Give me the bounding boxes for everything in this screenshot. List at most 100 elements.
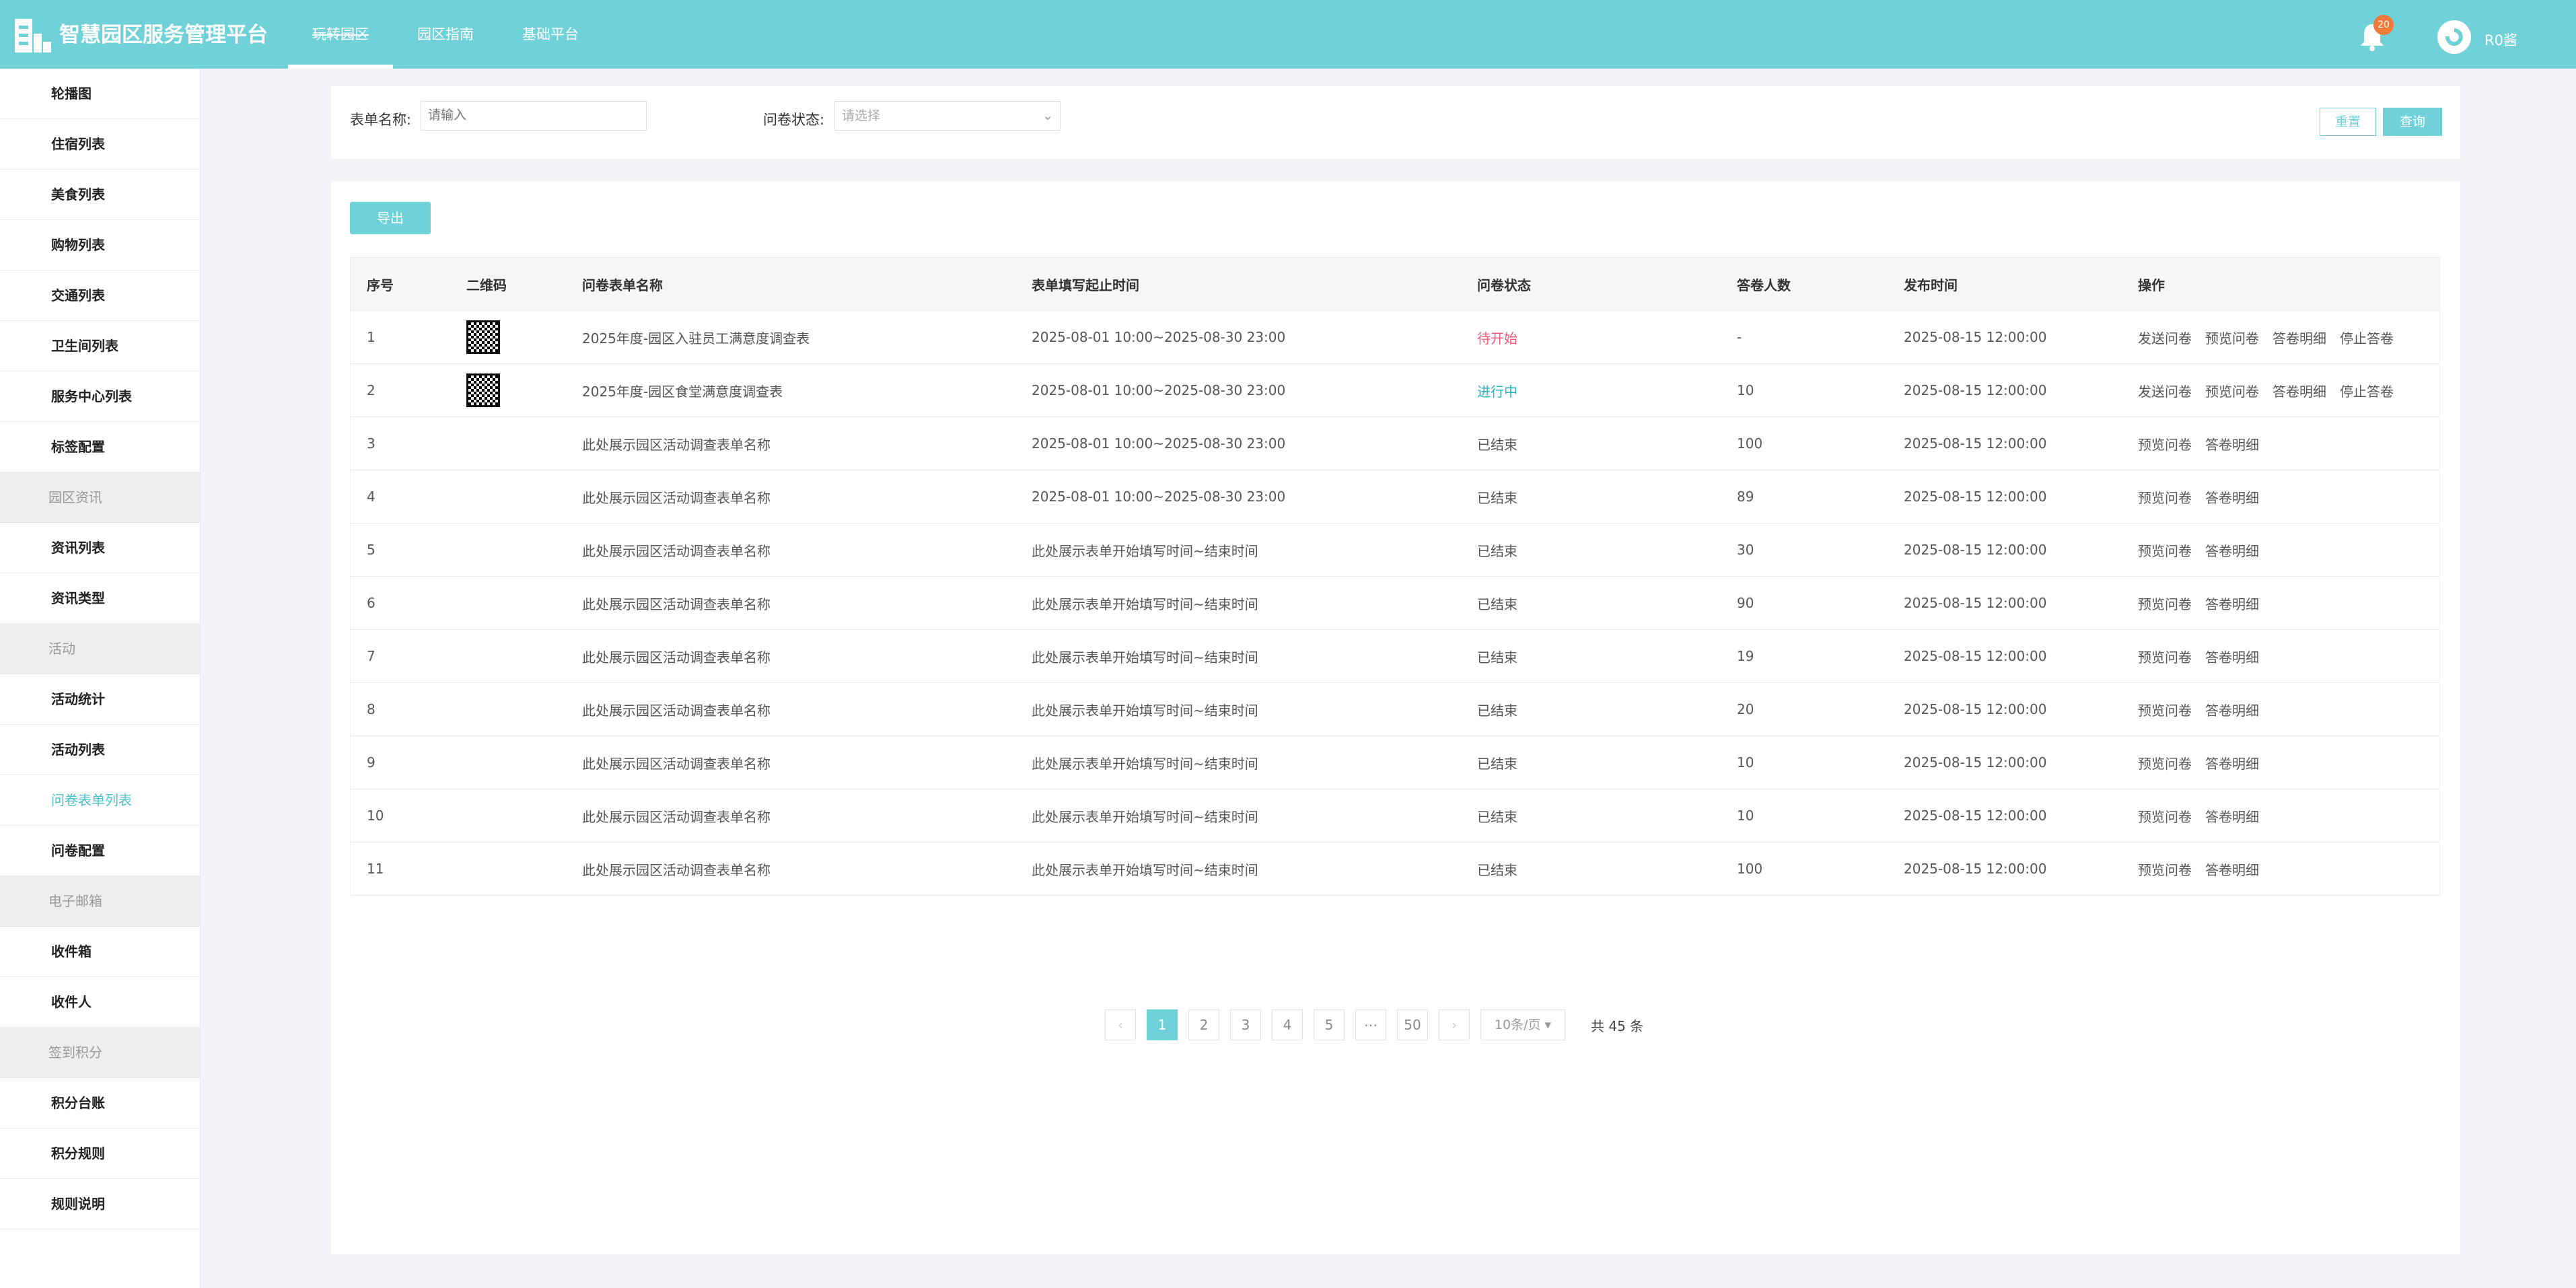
sidebar: 轮播图 住宿列表 美食列表 购物列表 交通列表 卫生间列表 服务中心列表 标签配置 园区资讯 资讯… xyxy=(0,69,201,1288)
action-link[interactable]: 答卷明细 xyxy=(2205,647,2259,666)
qr-code-icon[interactable] xyxy=(466,320,500,354)
row-actions: 预览问卷 答卷明细 xyxy=(2138,577,2259,629)
survey-name: 此处展示园区活动调查表单名称 xyxy=(582,861,771,878)
fill-period: 此处展示表单开始填写时间~结束时间 xyxy=(1032,808,1258,825)
response-count: 20 xyxy=(1737,701,1754,717)
publish-time: 2025-08-15 12:00:00 xyxy=(1904,754,2047,771)
publish-time: 2025-08-15 12:00:00 xyxy=(1904,701,2047,717)
qr-code-icon[interactable] xyxy=(466,373,500,407)
sidebar-item[interactable]: 服务中心列表 xyxy=(0,371,200,422)
action-link[interactable]: 答卷明细 xyxy=(2205,487,2259,507)
row-actions: 发送问卷 预览问卷 答卷明细 停止答卷 xyxy=(2138,364,2394,417)
sidebar-item[interactable]: 积分台账 xyxy=(0,1078,200,1129)
action-link[interactable]: 答卷明细 xyxy=(2205,859,2259,879)
page-number-button[interactable]: 2 xyxy=(1188,1009,1219,1040)
top-nav-tab[interactable]: 基础平台 xyxy=(498,0,603,69)
page-number-button[interactable]: ⋯ xyxy=(1355,1009,1386,1040)
table-row: 11 此处展示园区活动调查表单名称 此处展示表单开始填写时间~结束时间 已结束 100 2… xyxy=(350,843,2440,896)
reset-button[interactable]: 重置 xyxy=(2320,108,2376,136)
top-nav-tab[interactable]: 园区指南 xyxy=(393,0,498,69)
column-header: 序号 xyxy=(367,277,394,293)
form-name-input[interactable] xyxy=(421,101,647,131)
action-link[interactable]: 发送问卷 xyxy=(2138,328,2192,347)
sidebar-item[interactable]: 资讯类型 xyxy=(0,573,200,624)
table-row: 5 此处展示园区活动调查表单名称 此处展示表单开始填写时间~结束时间 已结束 30 202… xyxy=(350,524,2440,577)
sidebar-item[interactable]: 交通列表 xyxy=(0,271,200,321)
table-header: 序号 二维码 问卷表单名称 表单填写起止时间 问卷状态 答卷人数 发布时间 操作 xyxy=(350,257,2440,311)
sidebar-item[interactable]: 标签配置 xyxy=(0,422,200,472)
action-link[interactable]: 预览问卷 xyxy=(2138,753,2192,773)
pagination: ‹ 1 2 3 4 5 ⋯ 50 › 10条/页 ▾ 共 45 条 xyxy=(1105,1009,1643,1040)
next-page-button[interactable]: › xyxy=(1439,1009,1470,1040)
row-number: 4 xyxy=(367,489,375,505)
action-link[interactable]: 答卷明细 xyxy=(2273,381,2326,400)
response-count: - xyxy=(1737,329,1742,345)
sidebar-item[interactable]: 积分规则 xyxy=(0,1129,200,1179)
row-actions: 预览问卷 答卷明细 xyxy=(2138,789,2259,842)
action-link[interactable]: 预览问卷 xyxy=(2138,806,2192,826)
action-link[interactable]: 答卷明细 xyxy=(2205,594,2259,613)
sidebar-item[interactable]: 购物列表 xyxy=(0,220,200,271)
survey-name: 此处展示园区活动调查表单名称 xyxy=(582,702,771,719)
sidebar-item[interactable]: 收件人 xyxy=(0,977,200,1028)
sidebar-item[interactable]: 资讯列表 xyxy=(0,523,200,573)
sidebar-item[interactable]: 活动列表 xyxy=(0,725,200,775)
action-link[interactable]: 答卷明细 xyxy=(2273,328,2326,347)
sidebar-item[interactable]: 问卷配置 xyxy=(0,826,200,876)
page-number-button[interactable]: 50 xyxy=(1397,1009,1428,1040)
action-link[interactable]: 预览问卷 xyxy=(2138,594,2192,613)
action-link[interactable]: 预览问卷 xyxy=(2138,647,2192,666)
action-link[interactable]: 预览问卷 xyxy=(2138,859,2192,879)
action-link[interactable]: 预览问卷 xyxy=(2138,434,2192,454)
action-link[interactable]: 答卷明细 xyxy=(2205,806,2259,826)
row-number: 7 xyxy=(367,648,375,664)
fill-period: 2025-08-01 10:00~2025-08-30 23:00 xyxy=(1032,382,1286,398)
action-link[interactable]: 答卷明细 xyxy=(2205,753,2259,773)
row-actions: 预览问卷 答卷明细 xyxy=(2138,524,2259,576)
query-button[interactable]: 查询 xyxy=(2383,108,2442,136)
action-link[interactable]: 预览问卷 xyxy=(2138,700,2192,719)
sidebar-item[interactable]: 卫生间列表 xyxy=(0,321,200,371)
page-number-button[interactable]: 3 xyxy=(1230,1009,1261,1040)
action-link[interactable]: 预览问卷 xyxy=(2205,328,2259,347)
column-header: 发布时间 xyxy=(1904,277,1958,293)
sidebar-group-header: 园区资讯 xyxy=(0,472,200,523)
sidebar-item[interactable]: 住宿列表 xyxy=(0,119,200,170)
sidebar-item[interactable]: 收件箱 xyxy=(0,927,200,977)
action-link[interactable]: 停止答卷 xyxy=(2340,381,2394,400)
publish-time: 2025-08-15 12:00:00 xyxy=(1904,861,2047,877)
status-text: 已结束 xyxy=(1477,861,1517,878)
prev-page-button[interactable]: ‹ xyxy=(1105,1009,1136,1040)
action-link[interactable]: 答卷明细 xyxy=(2205,434,2259,454)
page-number-button[interactable]: 4 xyxy=(1272,1009,1303,1040)
page-number-button[interactable]: 5 xyxy=(1314,1009,1345,1040)
action-link[interactable]: 答卷明细 xyxy=(2205,700,2259,719)
export-button[interactable]: 导出 xyxy=(350,202,431,234)
action-links: 预览问卷 答卷明细 xyxy=(2138,700,2259,719)
sidebar-item[interactable]: 活动统计 xyxy=(0,674,200,725)
action-link[interactable]: 预览问卷 xyxy=(2138,487,2192,507)
action-link[interactable]: 答卷明细 xyxy=(2205,540,2259,560)
avatar[interactable] xyxy=(2437,20,2471,54)
status-text: 已结束 xyxy=(1477,649,1517,666)
action-link[interactable]: 发送问卷 xyxy=(2138,381,2192,400)
action-link[interactable]: 预览问卷 xyxy=(2205,381,2259,400)
username[interactable]: R0酱 xyxy=(2484,30,2517,50)
top-header: 智慧园区服务管理平台 玩转园区 园区指南 基础平台 20 R0酱 xyxy=(0,0,2576,69)
publish-time: 2025-08-15 12:00:00 xyxy=(1904,435,2047,452)
form-name-label: 表单名称: xyxy=(350,112,412,128)
response-count: 10 xyxy=(1737,754,1754,771)
status-select[interactable]: 请选择 ⌄ xyxy=(834,101,1061,131)
action-link[interactable]: 停止答卷 xyxy=(2340,328,2394,347)
fill-period: 此处展示表单开始填写时间~结束时间 xyxy=(1032,649,1258,666)
survey-name: 此处展示园区活动调查表单名称 xyxy=(582,489,771,506)
page-number-button[interactable]: 1 xyxy=(1147,1009,1178,1040)
sidebar-item[interactable]: 问卷表单列表 xyxy=(0,775,200,826)
sidebar-item[interactable]: 美食列表 xyxy=(0,170,200,220)
top-nav-tab[interactable]: 玩转园区 xyxy=(288,0,393,69)
page-size-select[interactable]: 10条/页 ▾ xyxy=(1480,1009,1565,1040)
action-link[interactable]: 预览问卷 xyxy=(2138,540,2192,560)
sidebar-item[interactable]: 规则说明 xyxy=(0,1179,200,1229)
sidebar-item[interactable]: 轮播图 xyxy=(0,69,200,119)
top-nav-tab-label: 基础平台 xyxy=(522,26,579,42)
